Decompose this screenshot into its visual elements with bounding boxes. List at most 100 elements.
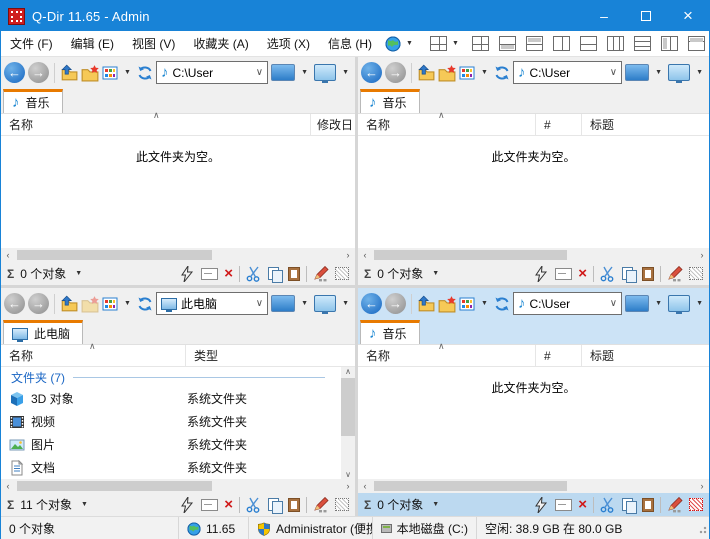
copy-button[interactable] bbox=[622, 267, 636, 281]
layout-three-bottom-button[interactable] bbox=[499, 36, 516, 51]
layout-two-horizontal-button[interactable] bbox=[580, 36, 597, 51]
column-title[interactable]: 标题 bbox=[582, 114, 709, 135]
scroll-left-icon[interactable]: ‹ bbox=[358, 250, 372, 260]
chevron-down-icon[interactable]: ▼ bbox=[655, 69, 662, 76]
menu-view[interactable]: 视图 (V) bbox=[123, 31, 184, 56]
tab-music[interactable]: ♪ 音乐 bbox=[360, 89, 420, 113]
minimize-button[interactable]: – bbox=[583, 1, 625, 31]
scroll-right-icon[interactable]: › bbox=[695, 481, 709, 491]
menu-favorites[interactable]: 收藏夹 (A) bbox=[184, 31, 257, 56]
column-number[interactable]: # bbox=[536, 345, 582, 366]
tab-this-pc[interactable]: 此电脑 bbox=[3, 320, 83, 344]
refresh-button[interactable] bbox=[137, 65, 153, 81]
chevron-down-icon[interactable]: ▼ bbox=[124, 69, 131, 76]
back-button[interactable]: ← bbox=[361, 293, 382, 314]
chevron-down-icon[interactable]: ▼ bbox=[81, 501, 88, 508]
chevron-down-icon[interactable]: ▼ bbox=[655, 300, 662, 307]
menu-options[interactable]: 选项 (X) bbox=[258, 31, 319, 56]
menu-info[interactable]: 信息 (H) bbox=[319, 31, 381, 56]
chevron-down-icon[interactable]: ▼ bbox=[432, 270, 439, 277]
edit-button[interactable] bbox=[313, 497, 329, 513]
group-header-folders[interactable]: 文件夹 (7) bbox=[1, 367, 341, 387]
desktop-button[interactable] bbox=[668, 64, 690, 81]
delete-button[interactable]: × bbox=[578, 497, 587, 512]
list-item-documents[interactable]: 文档 系统文件夹 bbox=[1, 456, 341, 479]
status-user[interactable]: Administrator (便携版 bbox=[249, 517, 373, 539]
layout-two-rows-button[interactable] bbox=[688, 36, 705, 51]
scroll-thumb[interactable] bbox=[341, 378, 355, 436]
column-name[interactable]: 名称 bbox=[358, 345, 536, 366]
address-combobox[interactable]: ♪ C:\User ∨ bbox=[513, 61, 622, 84]
pane3-file-list[interactable]: 此文件夹为空。 bbox=[358, 367, 709, 479]
pane2-hscrollbar[interactable]: ‹ › bbox=[1, 479, 355, 493]
cut-button[interactable] bbox=[246, 497, 262, 513]
scroll-left-icon[interactable]: ‹ bbox=[1, 481, 15, 491]
status-disk[interactable]: 本地磁盘 (C:) bbox=[373, 517, 477, 539]
scroll-right-icon[interactable]: › bbox=[341, 250, 355, 260]
rename-button[interactable] bbox=[201, 268, 218, 280]
layout-left-column-button[interactable] bbox=[661, 36, 678, 51]
menu-file[interactable]: 文件 (F) bbox=[1, 31, 62, 56]
delete-button[interactable]: × bbox=[578, 266, 587, 281]
quick-action-icon[interactable] bbox=[533, 497, 549, 513]
chevron-down-icon[interactable]: ▼ bbox=[481, 300, 488, 307]
pane0-file-list[interactable]: 此文件夹为空。 bbox=[1, 136, 355, 248]
refresh-button[interactable] bbox=[494, 296, 510, 312]
selection-button[interactable] bbox=[689, 498, 703, 511]
folder-up-button[interactable] bbox=[417, 64, 435, 82]
forward-button[interactable]: → bbox=[28, 293, 49, 314]
list-item-pictures[interactable]: 图片 系统文件夹 bbox=[1, 433, 341, 456]
scroll-thumb[interactable] bbox=[17, 481, 212, 491]
scroll-up-icon[interactable]: ∧ bbox=[345, 367, 351, 376]
scroll-thumb[interactable] bbox=[374, 481, 567, 491]
chevron-down-icon[interactable]: ▼ bbox=[124, 300, 131, 307]
scroll-down-icon[interactable]: ∨ bbox=[345, 470, 351, 479]
chevron-down-icon[interactable]: ▼ bbox=[696, 69, 703, 76]
paste-button[interactable] bbox=[642, 267, 654, 281]
paste-button[interactable] bbox=[288, 267, 300, 281]
view-mode-button[interactable] bbox=[102, 296, 118, 312]
scroll-thumb[interactable] bbox=[17, 250, 212, 260]
close-button[interactable]: × bbox=[667, 1, 709, 31]
new-folder-button[interactable] bbox=[438, 295, 456, 313]
tab-music[interactable]: ♪ 音乐 bbox=[360, 320, 420, 344]
rename-button[interactable] bbox=[555, 268, 572, 280]
desktop-button[interactable] bbox=[668, 295, 690, 312]
maximize-button[interactable] bbox=[625, 1, 667, 31]
cut-button[interactable] bbox=[600, 266, 616, 282]
resize-grip[interactable] bbox=[697, 524, 707, 534]
forward-button[interactable]: → bbox=[385, 293, 406, 314]
folder-up-button[interactable] bbox=[417, 295, 435, 313]
rename-button[interactable] bbox=[555, 499, 572, 511]
folder-up-button[interactable] bbox=[60, 64, 78, 82]
copy-button[interactable] bbox=[268, 498, 282, 512]
list-item-3d-objects[interactable]: 3D 对象 系统文件夹 bbox=[1, 387, 341, 410]
address-combobox[interactable]: ♪ C:\User ∨ bbox=[513, 292, 622, 315]
chevron-down-icon[interactable]: ▼ bbox=[432, 501, 439, 508]
paste-button[interactable] bbox=[288, 498, 300, 512]
new-folder-button[interactable] bbox=[438, 64, 456, 82]
paste-button[interactable] bbox=[642, 498, 654, 512]
view-mode-button[interactable] bbox=[459, 296, 475, 312]
chevron-down-icon[interactable]: ▼ bbox=[481, 69, 488, 76]
color-scheme-button[interactable] bbox=[271, 295, 295, 312]
column-name[interactable]: 名称 bbox=[358, 114, 536, 135]
edit-button[interactable] bbox=[667, 266, 683, 282]
column-modified[interactable]: 修改日 bbox=[311, 114, 355, 135]
cut-button[interactable] bbox=[600, 497, 616, 513]
color-scheme-button[interactable] bbox=[625, 64, 649, 81]
chevron-down-icon[interactable]: ▼ bbox=[342, 300, 349, 307]
column-title[interactable]: 标题 bbox=[582, 345, 709, 366]
delete-button[interactable]: × bbox=[224, 497, 233, 512]
pane2-file-list[interactable]: 文件夹 (7) 3D 对象 系统文件夹 视频 系统文件夹 图片 bbox=[1, 367, 355, 479]
layout-quad-button[interactable] bbox=[472, 36, 489, 51]
delete-button[interactable]: × bbox=[224, 266, 233, 281]
quick-action-icon[interactable] bbox=[179, 266, 195, 282]
selection-button[interactable] bbox=[689, 267, 703, 280]
quick-action-icon[interactable] bbox=[179, 497, 195, 513]
new-folder-button[interactable] bbox=[81, 295, 99, 313]
back-button[interactable]: ← bbox=[4, 62, 25, 83]
column-type[interactable]: 类型 bbox=[186, 345, 355, 366]
scroll-right-icon[interactable]: › bbox=[695, 250, 709, 260]
chevron-down-icon[interactable]: ▼ bbox=[696, 300, 703, 307]
